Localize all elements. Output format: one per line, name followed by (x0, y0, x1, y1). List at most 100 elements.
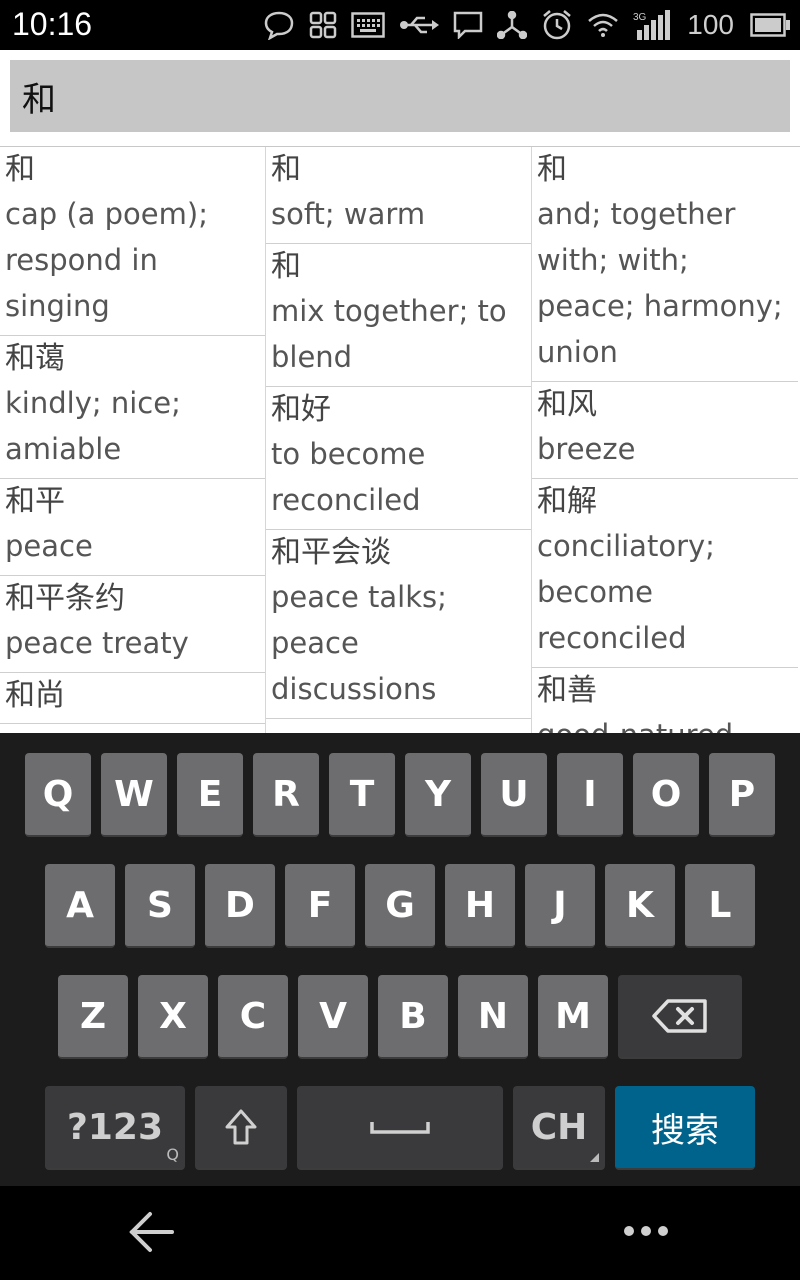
symbols-key-label: ?123 (66, 1106, 164, 1148)
alarm-icon (543, 10, 572, 40)
entry-definition: peace (5, 529, 93, 563)
result-entry[interactable]: 和蔼 kindly; nice; amiable (0, 336, 265, 479)
key-q[interactable]: Q (25, 753, 91, 837)
shift-key[interactable] (195, 1086, 287, 1170)
key-f[interactable]: F (285, 864, 355, 948)
search-input[interactable] (10, 60, 790, 132)
key-x[interactable]: X (138, 975, 208, 1059)
entry-hanzi: 和尚 (5, 678, 65, 713)
entry-definition: cap (a poem); respond in singing (5, 197, 208, 323)
entry-hanzi: 和风 (537, 387, 597, 422)
keyboard-icon (351, 12, 386, 38)
corner-triangle-icon (590, 1153, 599, 1162)
result-entry[interactable]: 和 and; together with; with; peace; harmon… (532, 147, 798, 382)
key-r[interactable]: R (253, 753, 319, 837)
entry-definition: kindly; nice; amiable (5, 386, 181, 466)
entry-definition: to become reconciled (271, 437, 426, 517)
key-u[interactable]: U (481, 753, 547, 837)
key-w[interactable]: W (101, 753, 167, 837)
entry-hanzi: 和善 (537, 673, 597, 708)
search-key[interactable]: 搜索 (615, 1086, 755, 1170)
share-icon (497, 11, 528, 39)
result-entry[interactable]: 和解 conciliatory; become reconciled (532, 479, 798, 668)
back-icon[interactable] (128, 1210, 176, 1254)
key-t[interactable]: T (329, 753, 395, 837)
key-k[interactable]: K (605, 864, 675, 948)
key-a[interactable]: A (45, 864, 115, 948)
result-entry[interactable]: 和 mix together; to blend (266, 244, 531, 387)
entry-hanzi: 和 (271, 249, 301, 284)
key-m[interactable]: M (538, 975, 608, 1059)
result-entry[interactable]: 和 soft; warm (266, 147, 531, 244)
result-entry[interactable]: 和善 good-natured (532, 668, 798, 733)
menu-dots-icon[interactable] (622, 1224, 670, 1238)
key-h[interactable]: H (445, 864, 515, 948)
result-entry[interactable]: 和 cap (a poem); respond in singing (0, 147, 265, 336)
apps-grid-icon (310, 11, 337, 39)
key-v[interactable]: V (298, 975, 368, 1059)
result-entry[interactable]: 和尚 (0, 673, 265, 724)
battery-icon (750, 13, 790, 37)
key-i[interactable]: I (557, 753, 623, 837)
usb-icon (400, 16, 440, 34)
entry-hanzi: 和好 (271, 392, 331, 427)
entry-definition: breeze (537, 432, 636, 466)
entry-hanzi: 和解 (537, 484, 597, 519)
result-entry[interactable]: 和风 breeze (532, 382, 798, 479)
results-column: 和 and; together with; with; peace; harmon… (532, 147, 798, 733)
entry-definition: mix together; to blend (271, 294, 507, 374)
key-s[interactable]: S (125, 864, 195, 948)
results-column: 和 soft; warm 和 mix together; to blend 和好 to b… (266, 147, 532, 733)
space-icon (370, 1122, 430, 1134)
key-z[interactable]: Z (58, 975, 128, 1059)
language-key-label: CH (530, 1106, 588, 1148)
message-icon (454, 11, 483, 39)
key-e[interactable]: E (177, 753, 243, 837)
entry-definition: good-natured (537, 712, 794, 733)
symbols-key[interactable]: ?123 Q (45, 1086, 185, 1170)
entry-hanzi: 和 (271, 152, 301, 187)
key-o[interactable]: O (633, 753, 699, 837)
navigation-bar (0, 1186, 800, 1280)
result-entry[interactable]: 和好 to become reconciled (266, 387, 531, 530)
entry-hanzi: 和 (5, 152, 35, 187)
battery-percent: 100 (687, 9, 734, 40)
key-b[interactable]: B (378, 975, 448, 1059)
wifi-icon (588, 13, 619, 37)
key-j[interactable]: J (525, 864, 595, 948)
backspace-icon (652, 999, 707, 1033)
key-c[interactable]: C (218, 975, 288, 1059)
key-g[interactable]: G (365, 864, 435, 948)
key-l[interactable]: L (685, 864, 755, 948)
chat-bubble-icon (265, 11, 294, 40)
soft-keyboard: Q W E R T Y U I O P A S D F G H J K L Z X C V B N M ?123 Q CH 搜索 (0, 733, 800, 1186)
result-entry[interactable]: 和平 peace (0, 479, 265, 576)
language-key[interactable]: CH (513, 1086, 605, 1170)
backspace-key[interactable] (618, 975, 742, 1059)
space-key[interactable] (297, 1086, 503, 1170)
entry-definition: peace treaty (5, 626, 189, 660)
result-entry[interactable]: 和平条约 peace treaty (0, 576, 265, 673)
search-area (0, 50, 800, 147)
entry-hanzi: 和平条约 (5, 581, 125, 616)
results-column: 和 cap (a poem); respond in singing 和蔼 kindl… (0, 147, 266, 733)
key-d[interactable]: D (205, 864, 275, 948)
key-y[interactable]: Y (405, 753, 471, 837)
results-grid: 和 cap (a poem); respond in singing 和蔼 kindl… (0, 147, 800, 733)
svg-text:3G: 3G (633, 12, 647, 23)
entry-definition: and; together with; with; peace; harmony… (537, 197, 783, 369)
entry-definition: soft; warm (271, 197, 426, 231)
entry-hanzi: 和 (537, 152, 567, 187)
entry-hanzi: 和平会谈 (271, 535, 391, 570)
status-bar: 10:16 3G 100 (0, 0, 800, 50)
key-n[interactable]: N (458, 975, 528, 1059)
entry-hanzi: 和平 (5, 484, 65, 519)
symbols-key-sublabel: Q (166, 1145, 179, 1164)
key-p[interactable]: P (709, 753, 775, 837)
result-entry[interactable]: 和平会谈 peace talks; peace discussions (266, 530, 531, 719)
entry-hanzi: 和蔼 (5, 341, 65, 376)
status-icons: 3G 100 (263, 6, 790, 44)
signal-icon: 3G (633, 10, 671, 40)
status-time: 10:16 (12, 6, 93, 42)
entry-definition: peace talks; peace discussions (271, 580, 447, 706)
